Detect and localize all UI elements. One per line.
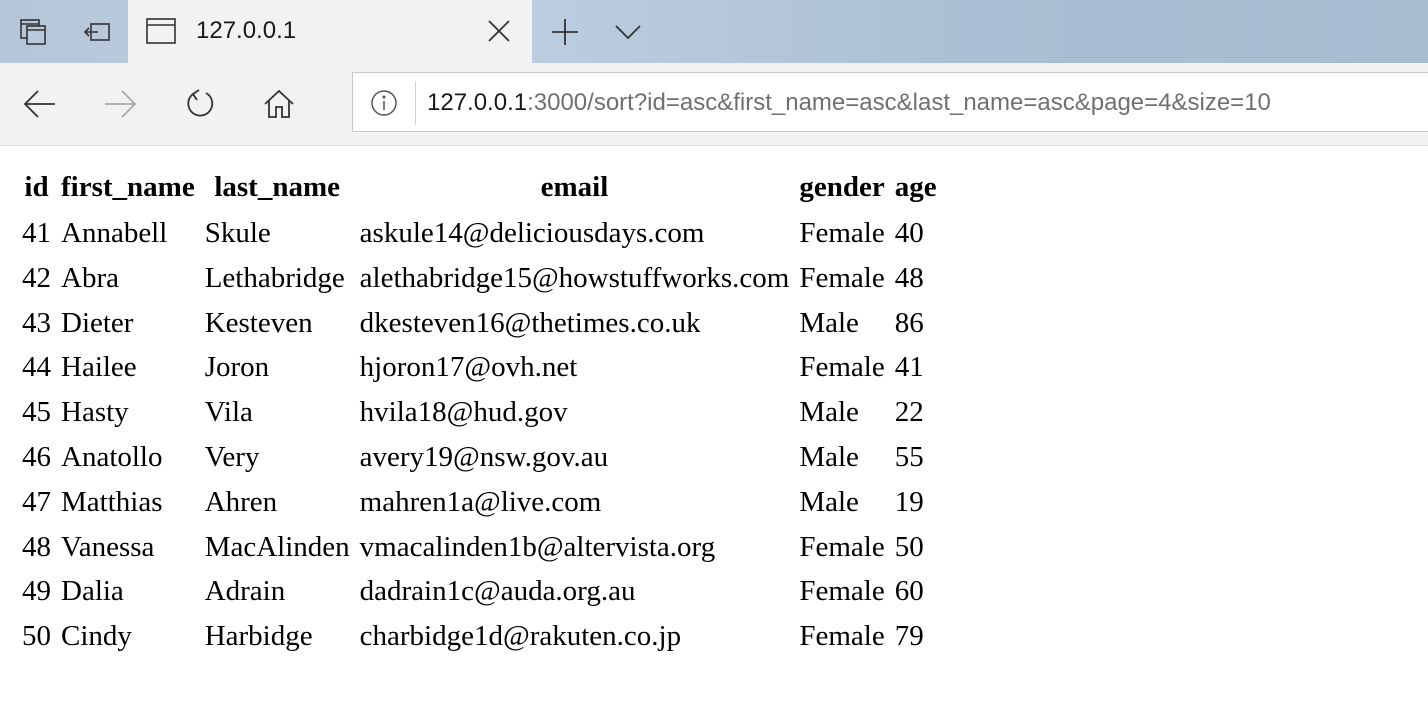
cell-first-name: Dalia: [61, 575, 124, 608]
new-tab-icon[interactable]: [545, 14, 585, 50]
cell-gender: Male: [799, 396, 859, 429]
cell-id: 43: [22, 306, 51, 339]
cell-gender: Female: [799, 575, 885, 608]
cell-first-name: Hasty: [61, 396, 129, 429]
cell-last-name: Joron: [204, 351, 270, 384]
page-content: id first_name last_name email gender age…: [14, 163, 945, 659]
table-header-row: id first_name last_name email gender age: [20, 163, 939, 211]
cell-last-name: Vila: [204, 396, 253, 429]
cell-last-name: Ahren: [204, 485, 278, 518]
table-row: 41 Annabell Skule askule14@deliciousdays…: [20, 211, 939, 256]
cell-id: 49: [22, 575, 51, 608]
cell-age: 55: [894, 440, 924, 473]
cell-id: 41: [22, 217, 51, 249]
cell-last-name: Kesteven: [204, 306, 313, 339]
forward-arrow-icon[interactable]: [97, 81, 143, 127]
cell-age: 79: [894, 620, 924, 653]
cell-email: vmacalinden1b@altervista.org: [359, 530, 716, 563]
table-row: 45 Hasty Vila hvila18@hud.gov Male 22: [20, 390, 939, 435]
cell-first-name: Annabell: [61, 217, 168, 249]
cell-email: mahren1a@live.com: [359, 485, 602, 518]
cell-gender: Male: [799, 306, 859, 339]
cell-last-name: Adrain: [204, 575, 286, 608]
cell-age: 22: [894, 396, 924, 429]
header-first-name: first_name: [61, 171, 195, 203]
cell-last-name: Skule: [204, 217, 271, 249]
table-row: 47 Matthias Ahren mahren1a@live.com Male…: [20, 480, 939, 525]
cell-age: 50: [894, 530, 924, 563]
cell-email: hvila18@hud.gov: [359, 396, 568, 429]
chevron-down-icon[interactable]: [608, 14, 648, 50]
cell-gender: Female: [799, 530, 885, 563]
cell-first-name: Vanessa: [61, 530, 155, 563]
cell-first-name: Anatollo: [61, 440, 163, 473]
cell-email: hjoron17@ovh.net: [359, 351, 578, 384]
header-id: id: [24, 171, 49, 203]
table-row: 43 Dieter Kesteven dkesteven16@thetimes.…: [20, 301, 939, 346]
cell-age: 40: [894, 217, 924, 249]
info-icon[interactable]: [369, 88, 399, 118]
cell-id: 42: [22, 261, 51, 294]
table-row: 48 Vanessa MacAlinden vmacalinden1b@alte…: [20, 525, 939, 570]
active-tab[interactable]: 127.0.0.1: [128, 0, 532, 63]
cell-gender: Female: [799, 620, 885, 653]
header-last-name: last_name: [214, 171, 340, 203]
url-path: :3000/sort?id=asc&first_name=asc&last_na…: [527, 89, 1271, 116]
tab-title: 127.0.0.1: [196, 17, 297, 44]
cell-email: dkesteven16@thetimes.co.uk: [359, 306, 701, 339]
table-row: 46 Anatollo Very avery19@nsw.gov.au Male…: [20, 435, 939, 480]
cell-id: 50: [22, 620, 51, 653]
table-row: 42 Abra Lethabridge alethabridge15@howst…: [20, 256, 939, 301]
table-row: 44 Hailee Joron hjoron17@ovh.net Female …: [20, 345, 939, 390]
cell-gender: Female: [799, 351, 885, 384]
cell-first-name: Dieter: [61, 306, 134, 339]
refresh-icon[interactable]: [177, 81, 223, 127]
header-gender: gender: [799, 171, 885, 203]
cell-last-name: Harbidge: [204, 620, 313, 653]
header-age: age: [894, 171, 937, 203]
cell-age: 41: [894, 351, 924, 384]
tab-strip: 127.0.0.1: [0, 0, 1428, 63]
tab-manager-icon[interactable]: [2, 0, 64, 63]
cell-email: alethabridge15@howstuffworks.com: [359, 261, 790, 294]
url-text[interactable]: 127.0.0.1:3000/sort?id=asc&first_name=as…: [427, 87, 1271, 119]
cell-last-name: Very: [204, 440, 260, 473]
cell-id: 45: [22, 396, 51, 429]
cell-id: 48: [22, 530, 51, 563]
cell-last-name: MacAlinden: [204, 530, 350, 563]
cell-first-name: Hailee: [61, 351, 137, 384]
cell-last-name: Lethabridge: [204, 261, 345, 294]
data-table: id first_name last_name email gender age…: [14, 163, 945, 659]
cell-age: 19: [894, 485, 924, 518]
cell-gender: Female: [799, 217, 885, 249]
cell-age: 48: [894, 261, 924, 294]
cell-first-name: Abra: [61, 261, 119, 294]
cell-id: 44: [22, 351, 51, 384]
cell-first-name: Cindy: [61, 620, 132, 653]
cell-first-name: Matthias: [61, 485, 163, 518]
cell-gender: Female: [799, 261, 885, 294]
table-row: 49 Dalia Adrain dadrain1c@auda.org.au Fe…: [20, 569, 939, 614]
header-email: email: [540, 171, 609, 203]
cell-gender: Male: [799, 440, 859, 473]
set-aside-tabs-icon[interactable]: [66, 0, 128, 63]
cell-id: 46: [22, 440, 51, 473]
cell-age: 86: [894, 306, 924, 339]
back-arrow-icon[interactable]: [17, 81, 63, 127]
home-icon[interactable]: [256, 81, 302, 127]
cell-email: avery19@nsw.gov.au: [359, 440, 609, 473]
navigation-bar: 127.0.0.1:3000/sort?id=asc&first_name=as…: [0, 63, 1428, 146]
cell-email: charbidge1d@rakuten.co.jp: [359, 620, 682, 653]
table-row: 50 Cindy Harbidge charbidge1d@rakuten.co…: [20, 614, 939, 659]
url-host: 127.0.0.1: [427, 89, 528, 116]
close-tab-icon[interactable]: [484, 16, 514, 46]
cell-id: 47: [22, 485, 51, 518]
cell-age: 60: [894, 575, 924, 608]
page-icon: [146, 18, 176, 44]
cell-email: dadrain1c@auda.org.au: [359, 575, 636, 608]
cell-email: askule14@deliciousdays.com: [359, 217, 705, 249]
cell-gender: Male: [799, 485, 859, 518]
address-bar[interactable]: 127.0.0.1:3000/sort?id=asc&first_name=as…: [352, 72, 1428, 132]
address-separator: [415, 81, 416, 125]
